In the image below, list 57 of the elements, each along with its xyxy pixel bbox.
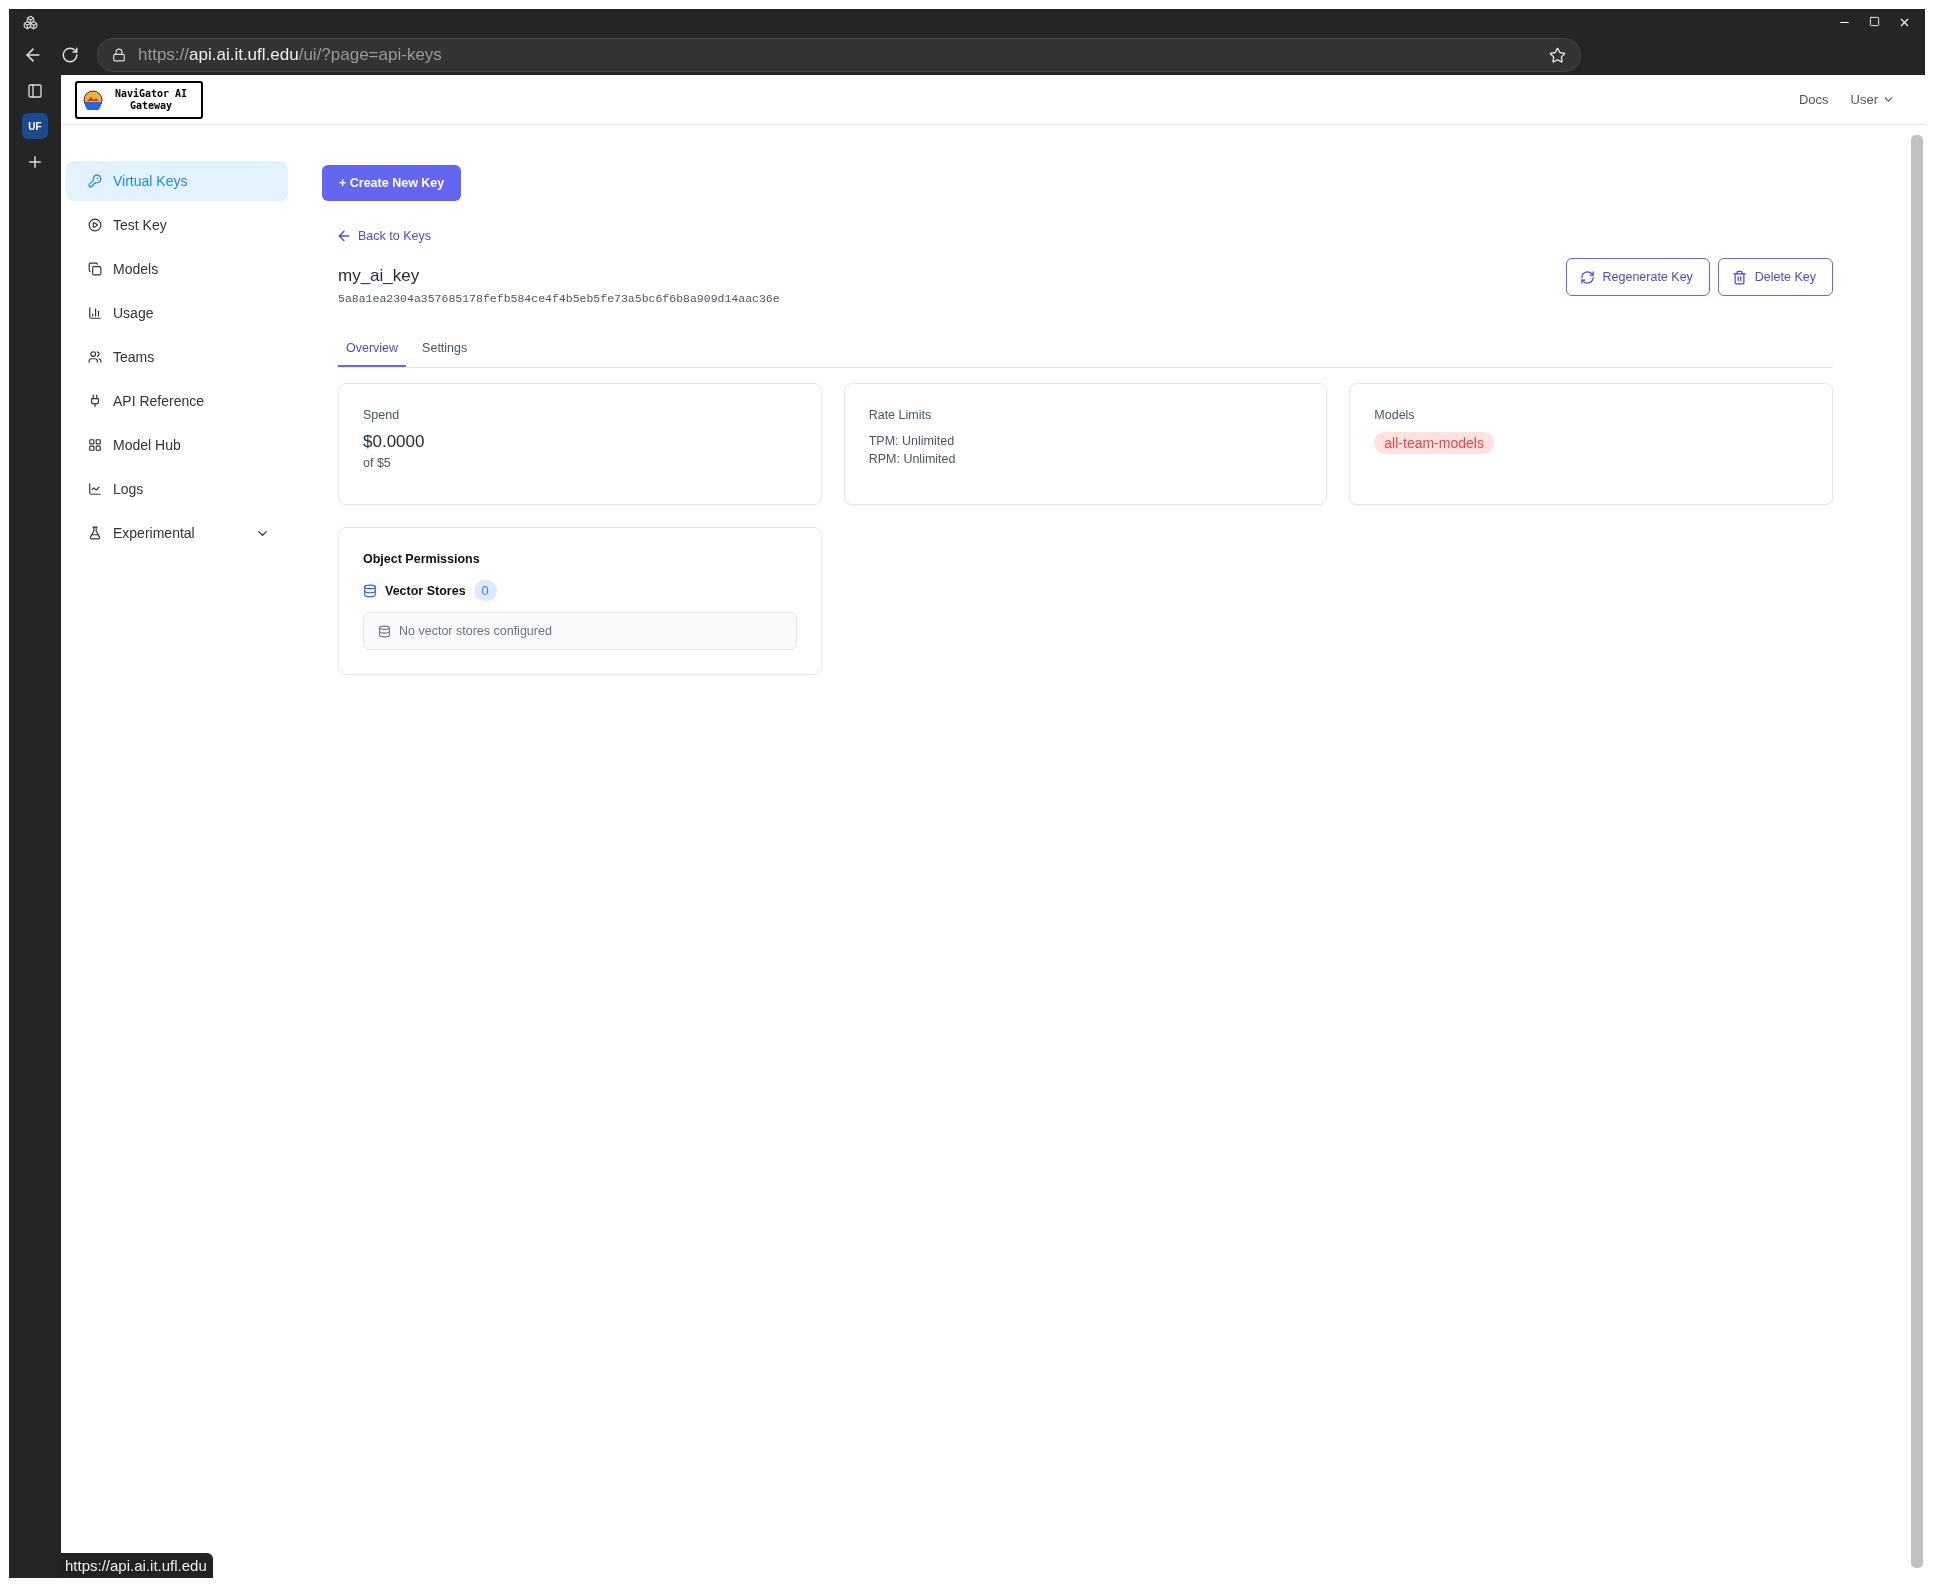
scrollbar-thumb[interactable] bbox=[1911, 135, 1923, 1568]
docs-link[interactable]: Docs bbox=[1798, 92, 1829, 107]
sidebar-item[interactable]: Teams bbox=[66, 337, 288, 377]
overlapping-squares-icon bbox=[88, 262, 102, 276]
delete-key-button[interactable]: Delete Key bbox=[1717, 258, 1833, 296]
rate-limit-text: TPM: Unlimited bbox=[868, 433, 955, 450]
maximize-icon[interactable] bbox=[1869, 15, 1880, 27]
card-title: Object Permissions bbox=[363, 552, 481, 566]
sidebar-item[interactable]: Test Key bbox=[66, 205, 288, 245]
bar-chart-icon bbox=[88, 306, 102, 320]
tab-favicon[interactable]: UF bbox=[22, 113, 48, 139]
back-link[interactable]: Back to Keys bbox=[336, 228, 431, 244]
card-title: Models bbox=[1374, 408, 1415, 422]
grid-icon bbox=[88, 438, 102, 452]
sidebar-item[interactable]: Model Hub bbox=[66, 425, 288, 465]
create-key-button[interactable]: + Create New Key bbox=[322, 165, 462, 201]
logo-emblem-icon bbox=[83, 89, 103, 110]
lock-icon bbox=[112, 48, 126, 62]
sidebar-panel-icon[interactable] bbox=[27, 83, 43, 99]
bookmark-star-icon[interactable] bbox=[1549, 46, 1566, 64]
reload-icon[interactable] bbox=[61, 46, 79, 64]
database-icon bbox=[378, 624, 391, 638]
spend-limit: of $5 bbox=[363, 456, 391, 470]
card-title: Rate Limits bbox=[868, 408, 932, 422]
section-label: Vector Stores bbox=[385, 583, 466, 598]
play-circle-icon bbox=[88, 218, 102, 232]
spend-value: $0.0000 bbox=[363, 432, 425, 452]
plug-icon bbox=[88, 394, 102, 408]
database-icon bbox=[363, 583, 377, 598]
browser-logo-icon bbox=[23, 14, 38, 30]
refresh-icon bbox=[1579, 269, 1595, 285]
count-badge: 0 bbox=[473, 580, 497, 601]
empty-message: No vector stores configured bbox=[399, 624, 552, 638]
trash-icon bbox=[1731, 269, 1747, 285]
people-icon bbox=[88, 350, 102, 364]
key-name: my_ai_key bbox=[338, 266, 421, 286]
new-tab-icon[interactable] bbox=[26, 153, 44, 171]
sidebar-item[interactable]: Models bbox=[66, 249, 288, 289]
sidebar-item[interactable]: Logs bbox=[66, 469, 288, 509]
sidebar-item[interactable]: Usage bbox=[66, 293, 288, 333]
user-menu[interactable]: User bbox=[1850, 92, 1895, 107]
arrow-left-icon bbox=[336, 228, 352, 244]
key-icon bbox=[88, 174, 102, 188]
gateway-logo[interactable]: NaviGator AI Gateway bbox=[75, 80, 203, 119]
tab[interactable]: Settings bbox=[414, 341, 476, 367]
line-chart-icon bbox=[88, 482, 102, 496]
sidebar-item[interactable]: Experimental bbox=[66, 513, 288, 553]
sidebar-item[interactable]: API Reference bbox=[66, 381, 288, 421]
rate-limit-text: RPM: Unlimited bbox=[868, 451, 956, 468]
status-url: https://api.ai.it.ufl.edu bbox=[61, 1553, 213, 1578]
regenerate-key-button[interactable]: Regenerate Key bbox=[1565, 258, 1710, 296]
flask-icon bbox=[88, 526, 102, 540]
model-tag: all-team-models bbox=[1374, 432, 1494, 454]
card-title: Spend bbox=[363, 408, 400, 422]
tab[interactable]: Overview bbox=[338, 341, 407, 367]
key-hash: 5a8a1ea2304a357685178fefb584ce4f4b5eb5fe73a5bc6f6b8a909d14aac36e bbox=[338, 292, 780, 305]
address-bar[interactable]: https://api.ai.it.ufl.edu/ui/?page=api-keys bbox=[97, 38, 1581, 72]
